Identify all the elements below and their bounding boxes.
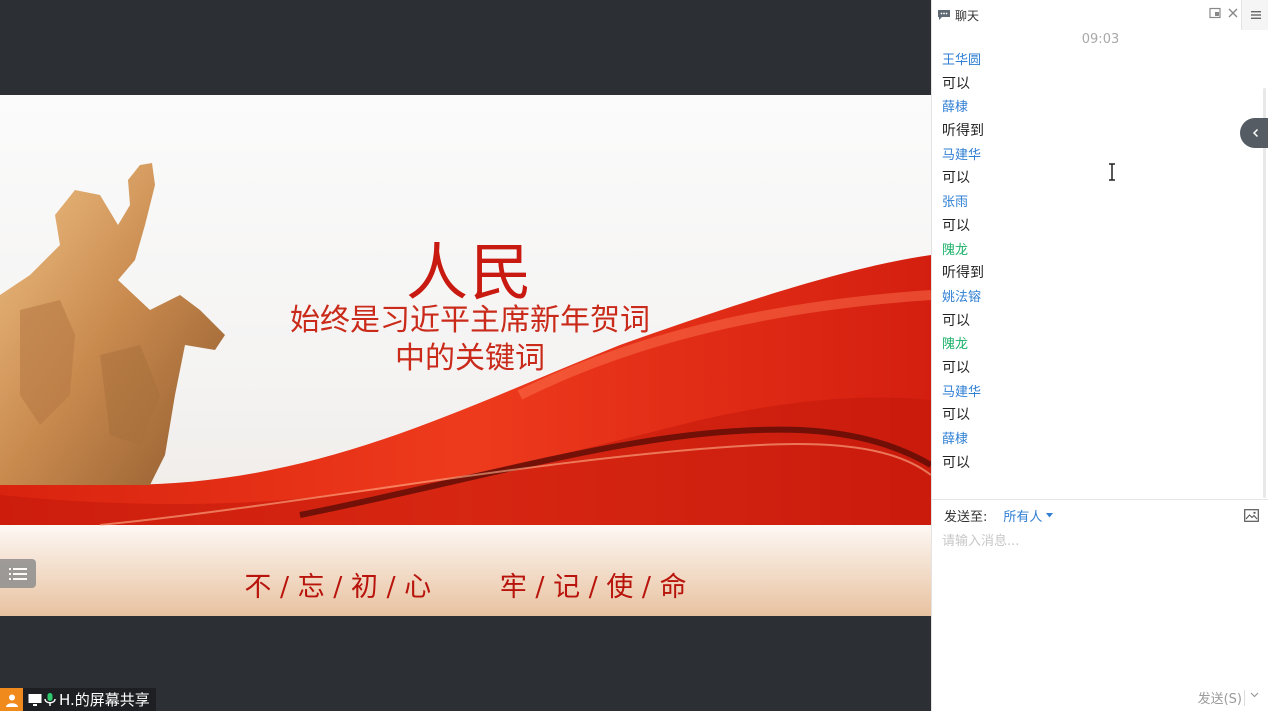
- presentation-slide: 人民 始终是习近平主席新年贺词 中的关键词 不 / 忘 / 初 / 心 牢 / …: [0, 95, 931, 616]
- message-sender: 隗龙: [942, 337, 969, 353]
- message-text: 可以: [942, 454, 970, 471]
- hamburger-icon: [1250, 11, 1261, 19]
- message-input[interactable]: [942, 530, 1258, 670]
- message-sender: 马建华: [942, 147, 982, 163]
- message-text: 可以: [942, 407, 970, 424]
- message-sender: 隗龙: [942, 242, 969, 258]
- message-text: 可以: [942, 170, 970, 187]
- send-button[interactable]: 发送(S): [1198, 688, 1242, 707]
- message-text: 可以: [942, 75, 970, 92]
- close-icon[interactable]: [1227, 7, 1239, 19]
- message-text: 可以: [942, 359, 970, 376]
- collapse-panel-button[interactable]: [1240, 118, 1268, 148]
- message-sender: 张雨: [942, 195, 969, 211]
- popout-icon[interactable]: [1209, 7, 1221, 19]
- caret-down-icon: [1046, 513, 1054, 518]
- screen-share-label: H.的屏幕共享: [59, 691, 150, 709]
- chevron-left-icon: [1252, 128, 1259, 138]
- chat-panel: 聊天 09:03 王华圆 可以 薛棣 听得到 马建华 可以 张雨 可以 隗龙 听…: [931, 0, 1268, 711]
- chat-menu-button[interactable]: [1241, 0, 1268, 30]
- message-sender: 薛棣: [942, 432, 969, 447]
- message-text: 可以: [942, 217, 970, 234]
- microphone-icon: [44, 692, 56, 706]
- chevron-down-icon[interactable]: [1250, 692, 1259, 698]
- text-cursor-icon: [1109, 163, 1115, 181]
- list-icon: [9, 567, 27, 580]
- presenter-icon: [0, 688, 23, 711]
- screen-icon: [28, 693, 42, 706]
- send-target-value: 所有人: [1003, 510, 1043, 525]
- send-button-divider: [1244, 690, 1245, 706]
- message-sender: 王华圆: [942, 53, 982, 68]
- send-target-dropdown[interactable]: 所有人: [1003, 506, 1054, 525]
- message-text: 听得到: [942, 123, 984, 140]
- chat-timestamp: 09:03: [1081, 32, 1120, 47]
- message-sender: 薛棣: [942, 100, 969, 116]
- message-sender: 马建华: [942, 384, 982, 400]
- slide-slogan: 不 / 忘 / 初 / 心 牢 / 记 / 使 / 命: [244, 572, 687, 603]
- message-sender: 姚法镕: [942, 289, 982, 305]
- screen-share-view: 人民 始终是习近平主席新年贺词 中的关键词 不 / 忘 / 初 / 心 牢 / …: [0, 0, 931, 711]
- send-target-bar: 发送至: 所有人: [932, 499, 1268, 531]
- message-scrollbar[interactable]: [1263, 88, 1266, 498]
- chat-title: 聊天: [955, 8, 980, 23]
- image-icon[interactable]: [1244, 509, 1259, 522]
- message-text: 听得到: [942, 265, 984, 282]
- slide-subtitle-line2: 中的关键词: [395, 341, 545, 376]
- chat-header: 聊天: [932, 0, 1268, 30]
- slide-list-button[interactable]: [0, 559, 36, 588]
- speech-bubble-icon: [938, 10, 950, 20]
- send-to-label: 发送至:: [944, 510, 988, 525]
- screen-share-badge: H.的屏幕共享: [0, 688, 156, 711]
- message-text: 可以: [942, 312, 970, 329]
- message-list: 王华圆 可以 薛棣 听得到 马建华 可以 张雨 可以 隗龙 听得到 姚法镕 可以…: [942, 49, 1242, 475]
